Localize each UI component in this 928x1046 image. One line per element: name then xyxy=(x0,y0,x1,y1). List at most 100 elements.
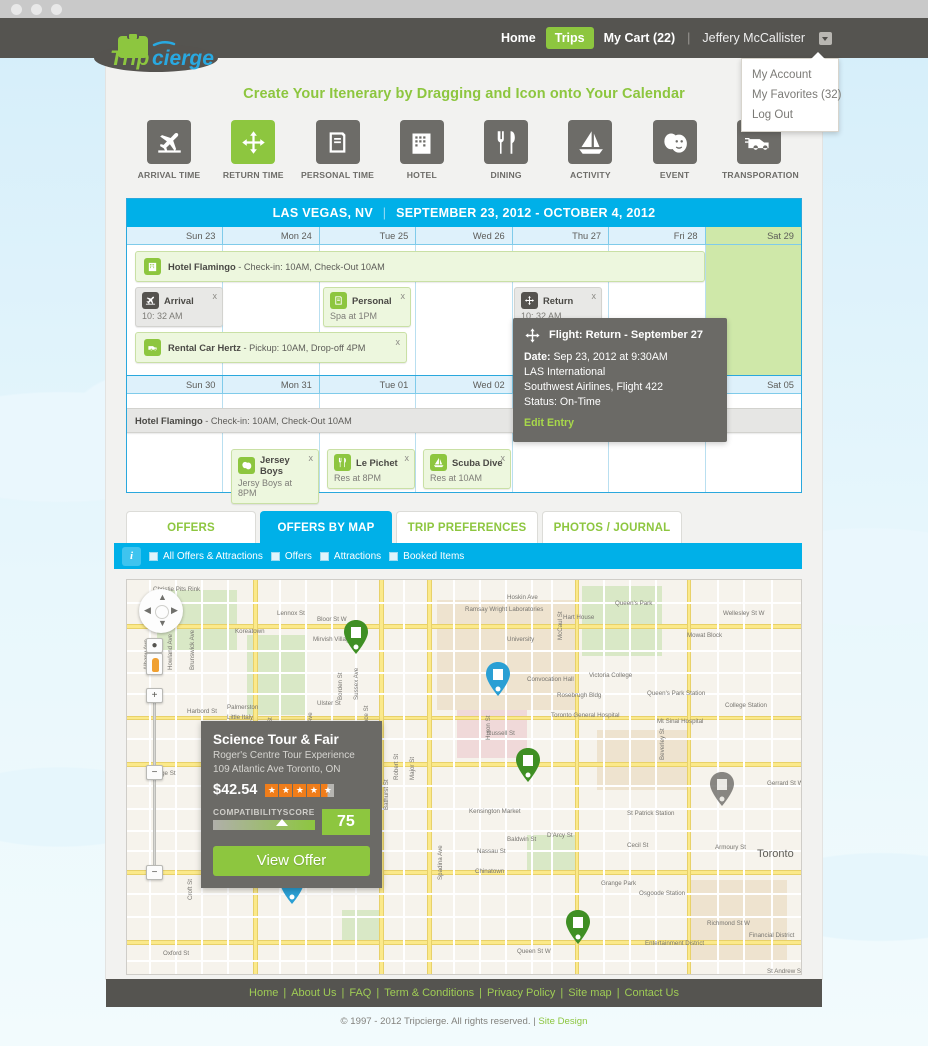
tab-photos-journal[interactable]: PHOTOS / JOURNAL xyxy=(542,511,682,543)
map-marker-hotel-green[interactable] xyxy=(565,910,591,944)
menu-item-my-favorites[interactable]: My Favorites (32) xyxy=(742,85,841,105)
plane-departure-icon xyxy=(521,292,538,309)
map-recenter-button[interactable]: ● xyxy=(146,638,163,653)
footer-link-home[interactable]: Home xyxy=(249,987,278,999)
toolbar-item-dining[interactable]: DINING xyxy=(469,120,543,180)
star-icon: ★ xyxy=(307,783,321,797)
calendar-event-hotel-flamingo[interactable]: Hotel Flamingo - Check-in: 10AM, Check-O… xyxy=(135,251,705,282)
close-icon[interactable]: x xyxy=(592,291,597,301)
day-header: Tue 25 xyxy=(318,227,415,244)
footer-link-about-us[interactable]: About Us xyxy=(291,987,336,999)
map-street-label: Sussex Ave xyxy=(353,667,360,700)
compat-bar-wrap: COMPATIBILITY SCORE xyxy=(213,807,315,830)
view-offer-button[interactable]: View Offer xyxy=(213,846,370,876)
filter-offers[interactable]: Offers xyxy=(270,551,312,562)
map-street-label: Beverley St xyxy=(659,728,666,760)
toolbar-item-return-time[interactable]: RETURN TIME xyxy=(216,120,290,180)
toolbar-label: DINING xyxy=(490,170,522,180)
filter-booked-items[interactable]: Booked Items xyxy=(389,551,464,562)
map-marker-hotel-green[interactable] xyxy=(515,748,541,782)
calendar-event-le-pichet[interactable]: x Le Pichet Res at 8PM xyxy=(327,449,415,489)
star-icon: ★ xyxy=(265,783,279,797)
footer-link-terms[interactable]: Term & Conditions xyxy=(384,987,474,999)
close-icon[interactable]: x xyxy=(401,291,406,301)
close-icon[interactable]: x xyxy=(501,453,506,463)
tab-trip-preferences[interactable]: TRIP PREFERENCES xyxy=(396,511,538,543)
chevron-down-icon[interactable] xyxy=(819,31,832,45)
plane-arrival-icon xyxy=(147,120,191,164)
sailboat-icon xyxy=(430,454,447,471)
toolbar-item-activity[interactable]: ACTIVITY xyxy=(553,120,627,180)
pan-right-icon[interactable]: ▶ xyxy=(171,605,178,616)
calendar-event-jersey-boys[interactable]: x Jersey Boys Jersy Boys at 8PM xyxy=(231,449,319,504)
event-title: Scuba Dive xyxy=(452,457,503,468)
window-dot-maximize[interactable] xyxy=(51,4,62,15)
menu-item-my-account[interactable]: My Account xyxy=(742,65,838,85)
window-dot-minimize[interactable] xyxy=(31,4,42,15)
map-street-label: Queen's Park xyxy=(615,600,653,607)
calendar-date-range: SEPTEMBER 23, 2012 - OCTOBER 4, 2012 xyxy=(396,206,656,220)
footer-navigation: Home | About Us | FAQ | Term & Condition… xyxy=(106,979,822,1007)
event-detail: - Pickup: 10AM, Drop-off 4PM xyxy=(240,343,366,353)
site-design-link[interactable]: Site Design xyxy=(538,1016,587,1027)
map-pan-control[interactable]: ▲ ▼ ◀ ▶ xyxy=(139,589,183,633)
map-marker-hotel-gray[interactable] xyxy=(709,772,735,806)
checkbox-icon[interactable] xyxy=(389,551,399,561)
user-account-menu: My Account My Favorites (32) Log Out xyxy=(741,52,841,132)
pan-up-icon[interactable]: ▲ xyxy=(158,592,167,602)
filter-attractions[interactable]: Attractions xyxy=(319,551,381,562)
tripcierge-logo[interactable]: Trip cierge xyxy=(94,32,226,74)
close-icon[interactable]: x xyxy=(396,337,401,347)
map-street-label: Harbord St xyxy=(187,708,217,715)
toolbar-item-hotel[interactable]: HOTEL xyxy=(385,120,459,180)
nav-username[interactable]: Jeffery McCallister xyxy=(702,31,805,45)
map-street-label: Huron St xyxy=(485,715,492,740)
filter-all-offers-attractions[interactable]: All Offers & Attractions xyxy=(149,551,263,562)
map-marker-hotel-blue[interactable] xyxy=(485,662,511,696)
map-zoom-level-handle[interactable]: − xyxy=(146,765,163,780)
calendar-event-personal[interactable]: x Personal Spa at 1PM xyxy=(323,287,411,327)
nav-home[interactable]: Home xyxy=(501,31,536,45)
window-dot-close[interactable] xyxy=(11,4,22,15)
map-zoom-track[interactable] xyxy=(153,695,156,868)
map-street-label: Grange Park xyxy=(601,880,637,887)
footer-link-site-map[interactable]: Site map xyxy=(568,987,611,999)
map-street-label: Cecil St xyxy=(627,842,649,849)
close-icon[interactable]: x xyxy=(405,453,410,463)
toolbar-item-arrival-time[interactable]: ARRIVAL TIME xyxy=(132,120,206,180)
toolbar-item-event[interactable]: EVENT xyxy=(638,120,712,180)
map-marker-hotel-green[interactable] xyxy=(343,620,369,654)
nav-my-cart[interactable]: My Cart (22) xyxy=(604,31,676,45)
close-icon[interactable]: x xyxy=(309,453,314,463)
edit-entry-link[interactable]: Edit Entry xyxy=(524,416,574,431)
checkbox-icon[interactable] xyxy=(270,551,280,561)
menu-item-log-out[interactable]: Log Out xyxy=(742,105,838,125)
offer-price-row: $42.54 ★ ★ ★ ★ ★ xyxy=(213,782,370,798)
map-street-label: Armoury St xyxy=(715,844,746,851)
map-park xyxy=(342,910,382,940)
toolbar-item-personal-time[interactable]: PERSONAL TIME xyxy=(301,120,375,180)
close-icon[interactable]: x xyxy=(213,291,218,301)
footer-link-faq[interactable]: FAQ xyxy=(349,987,371,999)
map-street-label: Brunswick Ave xyxy=(189,629,196,670)
street-view-pegman-icon[interactable] xyxy=(146,653,163,675)
tab-offers-by-map[interactable]: OFFERS BY MAP xyxy=(260,511,392,543)
tab-offers[interactable]: OFFERS xyxy=(126,511,256,543)
pan-down-icon[interactable]: ▼ xyxy=(158,618,167,628)
footer-link-privacy[interactable]: Privacy Policy xyxy=(487,987,555,999)
map-zoom-in-button[interactable]: + xyxy=(146,688,163,703)
checkbox-icon[interactable] xyxy=(149,551,158,561)
calendar-event-arrival[interactable]: x Arrival 10: 32 AM xyxy=(135,287,223,327)
calendar-event-scuba-dive[interactable]: x Scuba Dive Res at 10AM xyxy=(423,449,511,489)
info-icon[interactable]: i xyxy=(122,546,141,566)
checkbox-icon[interactable] xyxy=(319,551,329,561)
map-street-label: St Patrick Station xyxy=(627,810,675,817)
calendar-event-rental-car[interactable]: x Rental Car Hertz - Pickup: 10AM, Drop-… xyxy=(135,332,407,363)
map-zoom-out-button[interactable]: − xyxy=(146,865,163,880)
offers-map[interactable]: Bloor St W Harbord St College St Dundas … xyxy=(126,579,802,975)
pan-left-icon[interactable]: ◀ xyxy=(144,605,151,616)
map-canvas[interactable]: Bloor St W Harbord St College St Dundas … xyxy=(127,580,801,974)
nav-trips[interactable]: Trips xyxy=(545,27,594,49)
footer-link-contact-us[interactable]: Contact Us xyxy=(625,987,679,999)
map-street-label: Spadina Ave xyxy=(437,845,444,880)
